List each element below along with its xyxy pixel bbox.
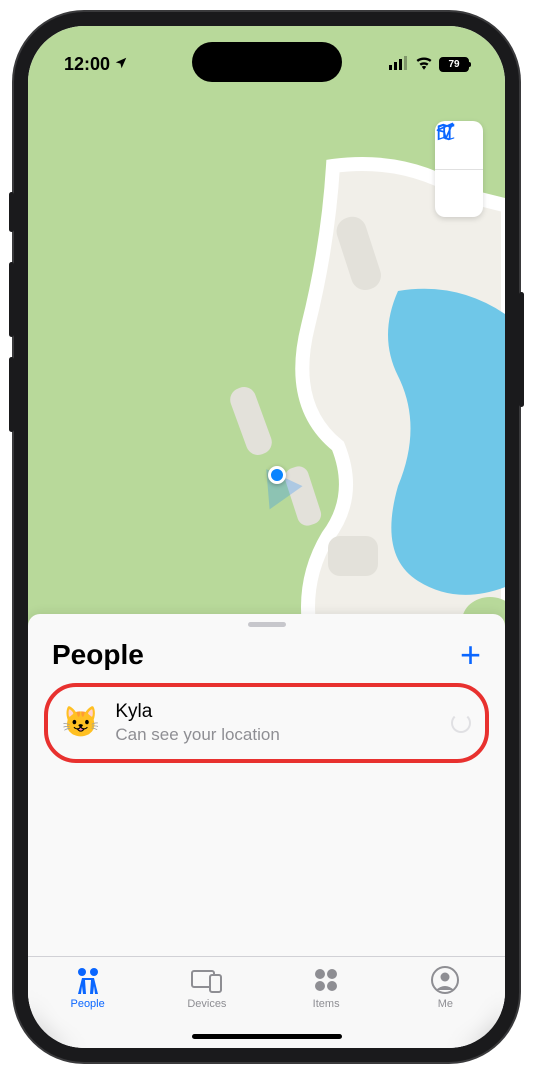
track-location-button[interactable] — [435, 169, 483, 217]
dynamic-island — [192, 42, 342, 82]
current-location-dot[interactable] — [268, 466, 286, 484]
map-view[interactable] — [28, 26, 505, 646]
status-time: 12:00 — [64, 54, 110, 75]
volume-down-button — [9, 357, 14, 432]
sheet-grabber[interactable] — [248, 622, 286, 627]
tab-me[interactable]: Me — [400, 965, 490, 1048]
loading-spinner-icon — [451, 713, 471, 733]
person-name: Kyla — [115, 701, 435, 723]
cellular-icon — [389, 54, 409, 75]
items-icon — [313, 965, 339, 995]
power-button — [519, 292, 524, 407]
wifi-icon — [415, 54, 433, 75]
tab-label: People — [70, 998, 104, 1010]
tab-label: Items — [313, 998, 340, 1010]
phone-frame: 12:00 79 — [14, 12, 519, 1062]
add-person-button[interactable]: + — [460, 637, 481, 673]
tab-people[interactable]: People — [43, 965, 133, 1048]
tab-label: Me — [438, 998, 453, 1010]
location-arrow-icon — [114, 54, 128, 75]
volume-up-button — [9, 262, 14, 337]
tab-label: Devices — [187, 998, 226, 1010]
person-subtitle: Can see your location — [115, 725, 435, 745]
avatar: 😺 — [62, 708, 99, 738]
home-indicator[interactable] — [192, 1034, 342, 1039]
sheet-title: People — [52, 639, 144, 671]
location-arrow-icon — [435, 121, 455, 141]
silent-switch — [9, 192, 14, 232]
screen: 12:00 79 — [28, 26, 505, 1048]
people-icon — [71, 965, 105, 995]
battery-icon: 79 — [439, 57, 469, 72]
devices-icon — [190, 965, 224, 995]
map-controls — [435, 121, 483, 217]
map-terrain — [28, 26, 505, 646]
person-row[interactable]: 😺 Kyla Can see your location — [44, 683, 489, 763]
me-icon — [431, 965, 459, 995]
